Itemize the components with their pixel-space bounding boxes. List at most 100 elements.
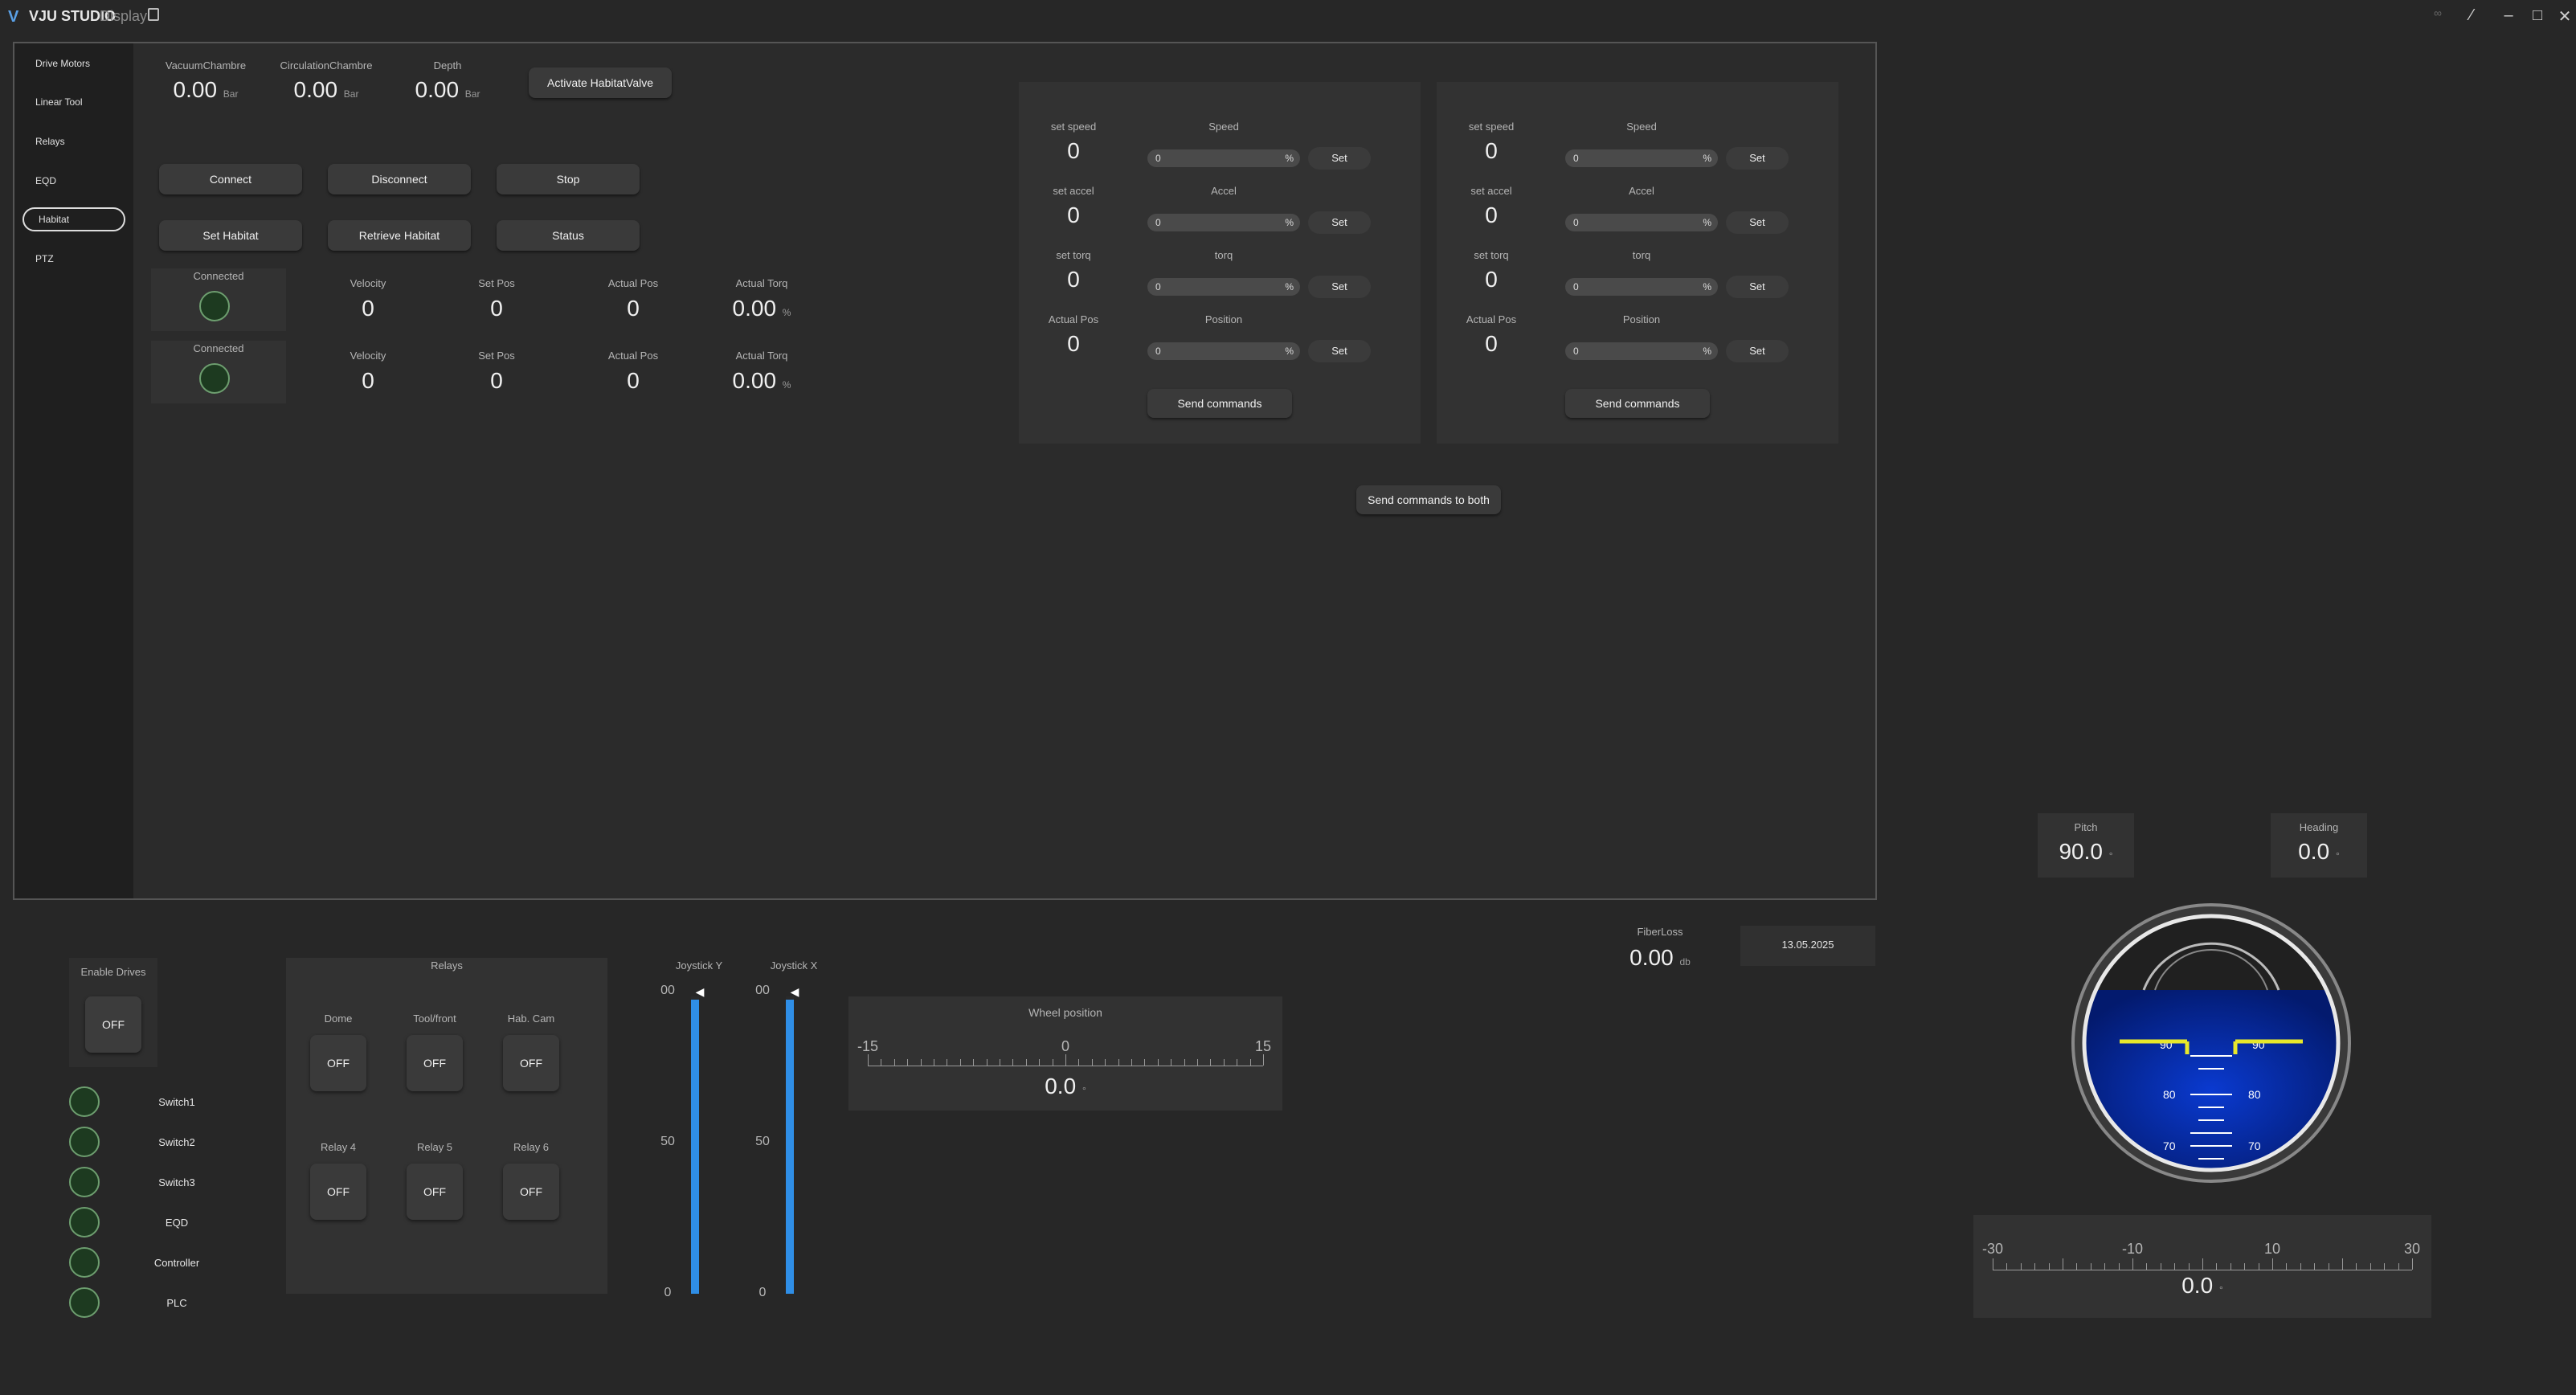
sidebar-item-drive-motors[interactable]: Drive Motors (21, 51, 125, 76)
brand-icon[interactable]: ⁄ (2460, 6, 2483, 25)
set-button[interactable]: Set (1726, 276, 1789, 298)
wheel-tick (1157, 1059, 1159, 1066)
param-label: set torq (1474, 249, 1509, 261)
relay-toggle[interactable]: OFF (310, 1164, 366, 1220)
value-slider[interactable]: 0% (1147, 214, 1300, 231)
sidebar-item-ptz[interactable]: PTZ (21, 247, 125, 271)
param-label: set torq (1056, 249, 1091, 261)
fiber-loss-value: 0.00 db (1629, 945, 1691, 970)
switch-label: Switch3 (158, 1176, 195, 1188)
actual-pos-label: Actual Pos (607, 350, 659, 362)
set-button[interactable]: Set (1308, 147, 1371, 170)
wheel-tick-label: 15 (1254, 1038, 1272, 1054)
switch-led (69, 1086, 100, 1117)
relay-toggle[interactable]: OFF (407, 1035, 463, 1091)
roll-tick-label: -10 (2121, 1241, 2143, 1257)
joystick-marker-icon[interactable]: ◀ (693, 985, 707, 999)
minimize-icon[interactable]: – (2497, 6, 2520, 25)
slider-label: torq (1214, 249, 1233, 261)
pitch-value: 90.0 ° (2059, 839, 2113, 864)
roll-tick (2006, 1263, 2008, 1270)
wheel-tick (1144, 1059, 1146, 1066)
relay-toggle[interactable]: OFF (310, 1035, 366, 1091)
velocity-value: 0 (362, 368, 374, 393)
relay-toggle[interactable]: OFF (503, 1164, 559, 1220)
value-slider[interactable]: 0% (1147, 278, 1300, 296)
settings-icon[interactable]: ∞ (2427, 6, 2449, 19)
set-button[interactable]: Set (1726, 340, 1789, 362)
relay-toggle[interactable]: OFF (407, 1164, 463, 1220)
wheel-tick-label: -15 (857, 1038, 878, 1054)
slider-unit: % (1285, 217, 1294, 228)
connected-label: Connected (193, 270, 244, 282)
value-slider[interactable]: 0% (1565, 214, 1718, 231)
wheel-tick (1263, 1054, 1264, 1066)
disconnect-button[interactable]: Disconnect (328, 164, 471, 194)
status-button[interactable]: Status (497, 220, 640, 251)
wheel-tick (1223, 1059, 1225, 1066)
roll-tick (2230, 1263, 2231, 1270)
vacuum-label: VacuumChambre (165, 59, 247, 72)
value-slider[interactable]: 0% (1147, 149, 1300, 167)
connected-label: Connected (193, 342, 244, 354)
roll-tick-label: 30 (2403, 1241, 2421, 1257)
slider-value: 0 (1573, 153, 1579, 164)
param-label: set speed (1050, 121, 1097, 133)
set-button[interactable]: Set (1726, 147, 1789, 170)
slider-value: 0 (1573, 217, 1579, 228)
send-commands-button[interactable]: Send commands (1565, 389, 1710, 418)
wheel-tick (1078, 1059, 1080, 1066)
maximize-icon[interactable]: □ (2526, 6, 2549, 25)
set-habitat-button[interactable]: Set Habitat (159, 220, 302, 251)
lock-icon[interactable] (148, 8, 159, 21)
value-slider[interactable]: 0% (1565, 342, 1718, 360)
slider-unit: % (1703, 281, 1711, 292)
joystick-label: Joystick X (770, 959, 818, 972)
velocity-label: Velocity (350, 350, 386, 362)
joystick-marker-icon[interactable]: ◀ (787, 985, 802, 999)
roll-value: 0.0 ° (2181, 1273, 2223, 1298)
retrieve-habitat-button[interactable]: Retrieve Habitat (328, 220, 471, 251)
roll-tick (2132, 1258, 2133, 1270)
slider-label: Accel (1211, 185, 1237, 197)
set-pos-value: 0 (490, 296, 503, 321)
set-button[interactable]: Set (1308, 340, 1371, 362)
sidebar-item-linear-tool[interactable]: Linear Tool (21, 90, 125, 114)
send-commands-button[interactable]: Send commands (1147, 389, 1292, 418)
param-label: set accel (1053, 185, 1094, 197)
set-button[interactable]: Set (1308, 211, 1371, 234)
sidebar-item-eqd[interactable]: EQD (21, 169, 125, 193)
wheel-tick (1249, 1059, 1251, 1066)
param-value: 0 (1485, 202, 1498, 227)
joystick-tick: 0 (758, 1286, 767, 1299)
wheel-tick (907, 1059, 909, 1066)
vacuum-value: 0.00 Bar (173, 77, 239, 102)
heading-value: 0.0 ° (2298, 839, 2340, 864)
wheel-tick (1025, 1059, 1027, 1066)
joystick-tick: 00 (660, 984, 675, 997)
value-slider[interactable]: 0% (1147, 342, 1300, 360)
slider-unit: % (1285, 346, 1294, 357)
send-commands-both-button[interactable]: Send commands to both (1356, 485, 1501, 514)
close-icon[interactable]: ✕ (2554, 6, 2576, 27)
stop-button[interactable]: Stop (497, 164, 640, 194)
relay-toggle[interactable]: OFF (503, 1035, 559, 1091)
activate-habitat-valve-button[interactable]: Activate HabitatValve (529, 68, 672, 98)
set-button[interactable]: Set (1308, 276, 1371, 298)
connect-button[interactable]: Connect (159, 164, 302, 194)
wheel-tick (973, 1059, 975, 1066)
switch-led (69, 1127, 100, 1157)
set-button[interactable]: Set (1726, 211, 1789, 234)
value-slider[interactable]: 0% (1565, 278, 1718, 296)
wheel-tick (920, 1059, 922, 1066)
slider-label: torq (1632, 249, 1651, 261)
switch-label: EQD (165, 1217, 189, 1229)
value-slider[interactable]: 0% (1565, 149, 1718, 167)
wheel-tick (1065, 1054, 1066, 1066)
enable-drives-toggle[interactable]: OFF (85, 996, 141, 1053)
attitude-indicator: 90 90 80 80 70 70 (2071, 903, 2351, 1183)
horizon-mark: 70 (2163, 1139, 2176, 1152)
sidebar-item-relays[interactable]: Relays (21, 129, 125, 153)
sidebar-item-habitat[interactable]: Habitat (22, 207, 125, 231)
slider-unit: % (1285, 153, 1294, 164)
